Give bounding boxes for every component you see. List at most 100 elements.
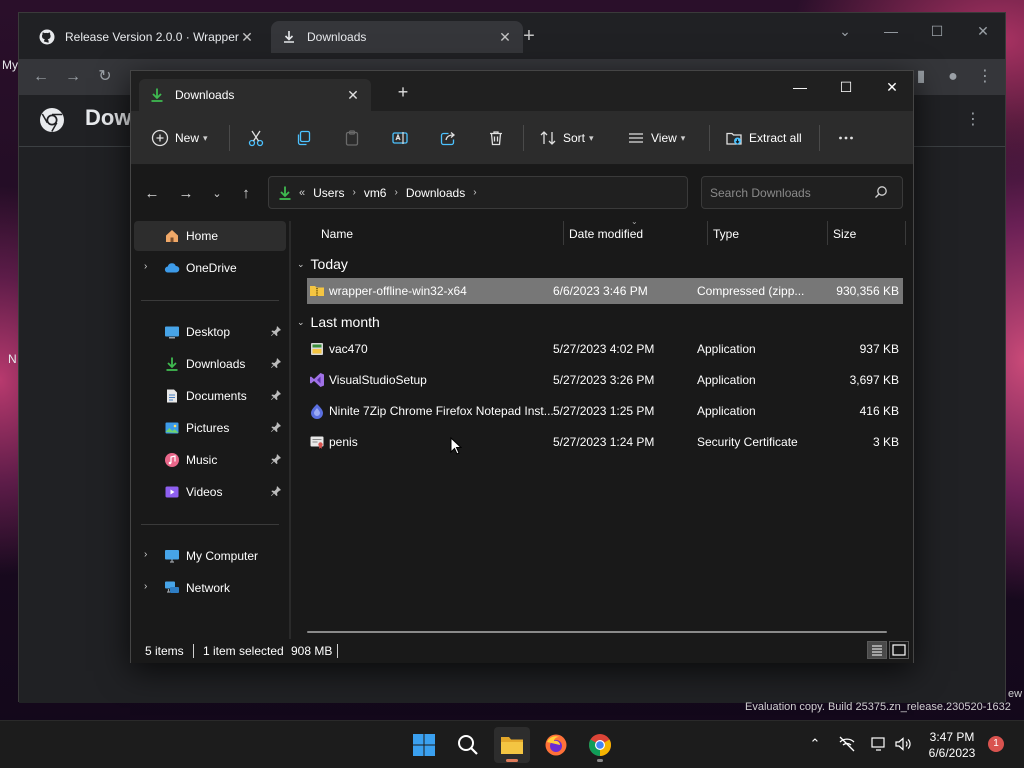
table-row[interactable]: vac470 5/27/2023 4:02 PM Application 937… xyxy=(307,336,903,362)
chrome-tab-release[interactable]: Release Version 2.0.0 · Wrapper-0 ✕ xyxy=(29,21,265,53)
extract-all-button[interactable]: Extract all xyxy=(725,125,802,151)
sidebar-item-downloads[interactable]: Downloads xyxy=(134,349,286,379)
close-icon[interactable]: ✕ xyxy=(345,87,361,103)
new-button[interactable]: New ▾ xyxy=(151,125,208,151)
sidebar-item-label: Downloads xyxy=(186,357,246,371)
group-header-last-month[interactable]: ⌄ Last month xyxy=(297,311,380,333)
view-button[interactable]: View ▾ xyxy=(627,125,685,151)
separator xyxy=(523,125,524,151)
details-view-button[interactable] xyxy=(867,641,887,659)
taskbar-firefox[interactable] xyxy=(538,727,574,763)
column-separator[interactable] xyxy=(905,221,906,245)
start-button[interactable] xyxy=(406,727,442,763)
table-row[interactable]: penis 5/27/2023 1:24 PM Security Certifi… xyxy=(307,429,903,455)
sidebar-item-my-computer[interactable]: › My Computer xyxy=(134,541,286,571)
close-button[interactable]: ✕ xyxy=(877,75,907,99)
new-tab-button[interactable]: + xyxy=(393,83,413,103)
table-row[interactable]: wrapper-offline-win32-x64 6/6/2023 3:46 … xyxy=(307,278,903,304)
rename-icon[interactable] xyxy=(387,125,413,151)
notification-badge[interactable]: 1 xyxy=(988,736,1004,752)
chevron-right-icon[interactable]: › xyxy=(144,581,147,592)
column-date[interactable]: Date modified xyxy=(569,227,643,241)
chrome-tab-downloads[interactable]: Downloads ✕ xyxy=(271,21,523,53)
column-separator[interactable] xyxy=(827,221,828,245)
back-button[interactable]: ← xyxy=(29,65,53,89)
sidebar-item-desktop[interactable]: Desktop xyxy=(134,317,286,347)
forward-button[interactable]: → xyxy=(61,65,85,89)
minimize-button[interactable]: — xyxy=(879,19,903,43)
sidebar-item-onedrive[interactable]: › OneDrive xyxy=(134,253,286,283)
up-button[interactable]: ↑ xyxy=(235,183,257,205)
tiles-view-button[interactable] xyxy=(889,641,909,659)
new-tab-button[interactable]: + xyxy=(519,26,539,47)
forward-button[interactable]: → xyxy=(175,183,197,205)
profile-icon[interactable]: ● xyxy=(941,65,965,89)
display-icon[interactable] xyxy=(870,735,888,753)
pin-icon[interactable] xyxy=(270,389,282,401)
column-separator[interactable] xyxy=(563,221,564,245)
horizontal-scrollbar[interactable] xyxy=(307,631,887,633)
chevron-up-icon[interactable]: ⌃ xyxy=(806,735,824,753)
sidebar-item-pictures[interactable]: Pictures xyxy=(134,413,286,443)
system-clock[interactable]: 3:47 PM 6/6/2023 xyxy=(924,729,980,761)
sidebar-item-network[interactable]: › Network xyxy=(134,573,286,603)
delete-icon[interactable] xyxy=(483,125,509,151)
sort-button[interactable]: Sort ▾ xyxy=(539,125,594,151)
breadcrumb-vm6[interactable]: vm6 xyxy=(364,186,387,200)
pin-icon[interactable] xyxy=(270,357,282,369)
chevron-right-icon[interactable]: › xyxy=(473,187,476,198)
breadcrumb-downloads[interactable]: Downloads xyxy=(406,186,465,200)
back-button[interactable]: ← xyxy=(141,183,163,205)
column-size[interactable]: Size xyxy=(833,227,856,241)
volume-icon[interactable] xyxy=(894,735,912,753)
desktop-label: N xyxy=(8,352,17,366)
sidebar-item-videos[interactable]: Videos xyxy=(134,477,286,507)
maximize-button[interactable]: ☐ xyxy=(831,75,861,99)
search-button[interactable] xyxy=(450,727,486,763)
sidebar-item-documents[interactable]: Documents xyxy=(134,381,286,411)
close-icon[interactable]: ✕ xyxy=(239,29,255,45)
close-button[interactable]: ✕ xyxy=(971,19,995,43)
chevron-right-icon[interactable]: › xyxy=(144,261,147,272)
download-icon xyxy=(149,87,165,103)
copy-icon[interactable] xyxy=(291,125,317,151)
share-icon[interactable] xyxy=(435,125,461,151)
taskbar-chrome[interactable] xyxy=(582,727,618,763)
more-options-icon[interactable] xyxy=(833,125,859,151)
column-type[interactable]: Type xyxy=(713,227,739,241)
sidebar-item-music[interactable]: Music xyxy=(134,445,286,475)
group-header-today[interactable]: ⌄ Today xyxy=(297,253,348,275)
table-row[interactable]: Ninite 7Zip Chrome Firefox Notepad Inst.… xyxy=(307,398,903,424)
maximize-button[interactable]: ☐ xyxy=(925,19,949,43)
file-type: Application xyxy=(697,404,756,418)
taskbar-file-explorer[interactable] xyxy=(494,727,530,763)
close-icon[interactable]: ✕ xyxy=(497,29,513,45)
address-bar[interactable]: « Users › vm6 › Downloads › ▼ ✕ xyxy=(268,176,814,209)
column-name[interactable]: Name xyxy=(321,227,353,241)
paste-icon[interactable] xyxy=(339,125,365,151)
table-row[interactable]: VisualStudioSetup 5/27/2023 3:26 PM Appl… xyxy=(307,367,903,393)
sidebar-item-label: Pictures xyxy=(186,421,230,435)
chevron-down-icon[interactable]: ⌄ xyxy=(833,19,857,43)
pin-icon[interactable] xyxy=(270,325,282,337)
column-separator[interactable] xyxy=(707,221,708,245)
pin-icon[interactable] xyxy=(270,453,282,465)
breadcrumb-overflow[interactable]: « xyxy=(299,187,305,199)
file-size: 416 KB xyxy=(859,404,899,418)
recent-locations-icon[interactable]: ⌄ xyxy=(206,183,228,205)
sidebar-item-home[interactable]: Home xyxy=(134,221,286,251)
network-off-icon[interactable] xyxy=(838,735,856,753)
menu-icon[interactable]: ⋮ xyxy=(973,65,997,89)
pin-icon[interactable] xyxy=(270,485,282,497)
cut-icon[interactable] xyxy=(243,125,269,151)
chevron-right-icon[interactable]: › xyxy=(352,187,355,198)
explorer-tab-downloads[interactable]: Downloads ✕ xyxy=(139,79,371,111)
breadcrumb-users[interactable]: Users xyxy=(313,186,344,200)
more-icon[interactable]: ⋮ xyxy=(965,109,981,129)
chevron-right-icon[interactable]: › xyxy=(144,549,147,560)
minimize-button[interactable]: — xyxy=(785,75,815,99)
reload-button[interactable]: ↻ xyxy=(93,65,117,89)
chevron-right-icon[interactable]: › xyxy=(394,187,397,198)
pin-icon[interactable] xyxy=(270,421,282,433)
search-input[interactable] xyxy=(701,176,903,209)
